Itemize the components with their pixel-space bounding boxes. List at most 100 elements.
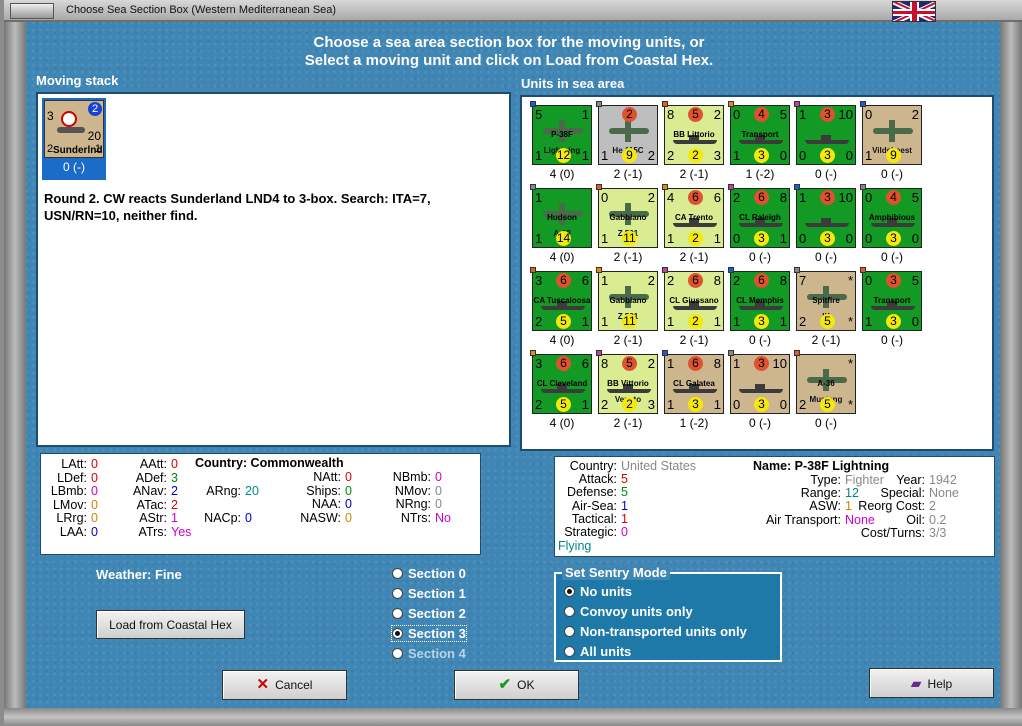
stat-value: 0 bbox=[345, 470, 352, 484]
stat-value: 3 bbox=[171, 470, 178, 485]
unit-counter[interactable]: 0 4 5 Transport 1 3 0 bbox=[730, 105, 790, 165]
unit-caption: 2 (-1) bbox=[679, 250, 709, 264]
counter-top-right: 8 bbox=[779, 273, 787, 288]
unit-counter[interactable]: 2 6 8 CL Raleigh 0 3 1 bbox=[730, 188, 790, 248]
counter-bottom-left: 2 bbox=[667, 148, 675, 163]
unit-caption: 2 (-1) bbox=[679, 333, 709, 347]
section-radio-2[interactable]: Section 2 bbox=[392, 606, 466, 621]
unit-caption: 0 (-) bbox=[815, 416, 837, 430]
counter-top-mid: 2 bbox=[622, 107, 637, 122]
section-radio-0[interactable]: Section 0 bbox=[392, 566, 466, 581]
counter-name: CL Cleveland bbox=[536, 379, 588, 388]
stat-value: 0 bbox=[245, 511, 252, 525]
unit-caption: 1 (-2) bbox=[679, 416, 709, 430]
counter-bottom-left: 2 bbox=[535, 314, 543, 329]
section-radio-label: Section 1 bbox=[408, 586, 466, 601]
counter-top-right: 2 bbox=[647, 190, 655, 205]
counter-top-mid: 6 bbox=[688, 273, 703, 288]
detail-label: Defense: bbox=[566, 485, 617, 500]
unit-counter[interactable]: 2 6 8 CL Giussano 1 2 1 bbox=[664, 271, 724, 331]
unit-counter[interactable]: 0 3 5 Transport 1 3 0 bbox=[862, 271, 922, 331]
detail-value: 1 bbox=[621, 511, 628, 526]
unit-counter[interactable]: 12GabbianoZ.501111 bbox=[598, 271, 658, 331]
section-radio-3[interactable]: Section 3 bbox=[391, 625, 467, 642]
stat-label: AStr: bbox=[139, 511, 167, 525]
unit-counter[interactable]: 3 6 6 CA Tuscaloosa 2 5 1 bbox=[532, 271, 592, 331]
counter-bottom-left: 0 bbox=[733, 397, 741, 412]
moving-unit-counter[interactable]: 3 2 20 2 Sunderlnd 1 0 (-) bbox=[42, 98, 106, 180]
counter-bottom-mid: 3 bbox=[754, 231, 769, 246]
counter-bottom-mid: 14 bbox=[556, 231, 571, 246]
sentry-option-3[interactable]: All units bbox=[564, 644, 631, 659]
help-button[interactable]: ▰ Help bbox=[869, 668, 994, 698]
counter-name: P-38F bbox=[551, 130, 573, 139]
ship-silhouette-icon bbox=[673, 135, 717, 144]
sentry-option-0[interactable]: No units bbox=[564, 584, 632, 599]
unit-counter[interactable]: 0 4 5 Amphibious 0 3 0 bbox=[862, 188, 922, 248]
system-menu-button[interactable] bbox=[10, 3, 54, 19]
plane-silhouette-icon bbox=[57, 127, 85, 133]
counter-top-left: 1 bbox=[799, 107, 807, 122]
units-in-sea-label: Units in sea area bbox=[521, 76, 625, 91]
counter-bottom-mid: 11 bbox=[622, 231, 637, 246]
unit-counter[interactable]: 1HudsonA-29114 bbox=[532, 188, 592, 248]
unit-counter[interactable]: 1 3 10 0 3 0 bbox=[730, 354, 790, 414]
counter-top-right: 10 bbox=[838, 107, 853, 122]
unit-counter[interactable]: 1 3 10 0 3 0 bbox=[796, 188, 856, 248]
unit-counter[interactable]: 1 3 10 0 3 0 bbox=[796, 105, 856, 165]
counter-top-mid: 3 bbox=[886, 273, 901, 288]
unit-counter[interactable]: 1 6 8 CL Galatea 1 3 1 bbox=[664, 354, 724, 414]
sentry-option-1[interactable]: Convoy units only bbox=[564, 604, 693, 619]
cancel-x-icon: ✕ bbox=[256, 676, 270, 693]
unit-marker-icon bbox=[596, 350, 602, 356]
unit-marker-icon bbox=[596, 101, 602, 107]
unit-counter[interactable]: 2He 115C192 bbox=[598, 105, 658, 165]
counter-top-right: 6 bbox=[713, 190, 721, 205]
unit-counter[interactable]: 51P-38FLightning1121 bbox=[532, 105, 592, 165]
unit-counter[interactable]: 02Vildebeest19 bbox=[862, 105, 922, 165]
counter-bottom-right: 1 bbox=[713, 314, 721, 329]
unit-counter[interactable]: 7*SpitfireIX25* bbox=[796, 271, 856, 331]
unit-counter[interactable]: 8 5 2 BB Littorio 2 2 3 bbox=[664, 105, 724, 165]
sentry-option-2[interactable]: Non-transported units only bbox=[564, 624, 747, 639]
stat-label: NBmb: bbox=[392, 470, 431, 484]
counter-top-left: 1 bbox=[799, 190, 807, 205]
detail-value: 3/3 bbox=[929, 525, 947, 540]
counter-name: CL Giussano bbox=[669, 296, 719, 305]
stack-stats-panel: LAtt: 0 LDef: 0 LBmb: 0 LMov: 0 LRrg: 0 LAA: 0 AAtt:… bbox=[40, 453, 481, 555]
section-radio-1[interactable]: Section 1 bbox=[392, 586, 466, 601]
stat-value: 2 bbox=[171, 497, 178, 512]
counter-name: CA Trento bbox=[675, 213, 713, 222]
stat-label: LBmb: bbox=[50, 484, 87, 498]
unit-counter[interactable]: 852BB VittorioVeneto223 bbox=[598, 354, 658, 414]
detail-label: Tactical: bbox=[571, 511, 617, 526]
stat-value: 0 bbox=[91, 457, 98, 471]
load-from-coastal-hex-button[interactable]: Load from Coastal Hex bbox=[96, 610, 245, 639]
counter-bottom-left: 1 bbox=[601, 314, 609, 329]
unit-counter[interactable]: *A-36Mustang25* bbox=[796, 354, 856, 414]
unit-counter[interactable]: 4 6 6 CA Trento 1 2 1 bbox=[664, 188, 724, 248]
unit-caption: 2 (-1) bbox=[811, 333, 841, 347]
counter-bottom-left: 1 bbox=[601, 148, 609, 163]
unit-caption: 2 (-1) bbox=[613, 250, 643, 264]
counter-bottom-mid: 3 bbox=[688, 397, 703, 412]
counter-top-right: 6 bbox=[581, 273, 589, 288]
counter-top-right: 2 bbox=[647, 273, 655, 288]
unit-counter[interactable]: 2 6 8 CL Memphis 1 3 1 bbox=[730, 271, 790, 331]
detail-label: Air Transport: bbox=[765, 512, 841, 527]
counter-top-mid: 6 bbox=[754, 190, 769, 205]
section-radio-4[interactable]: Section 4 bbox=[392, 646, 466, 661]
unit-counter[interactable]: 02GabbianoZ.501111 bbox=[598, 188, 658, 248]
ship-silhouette-icon bbox=[871, 301, 915, 310]
counter-bottom-left: 1 bbox=[535, 148, 543, 163]
stat-label: NACp: bbox=[204, 511, 241, 525]
unit-counter[interactable]: 3 6 6 CL Cleveland 2 5 1 bbox=[532, 354, 592, 414]
counter-bottom-left: 2 bbox=[799, 397, 807, 412]
unit-marker-icon bbox=[530, 184, 536, 190]
stat-value: 0 bbox=[91, 470, 98, 485]
detail-label: Year: bbox=[896, 473, 925, 487]
ok-button[interactable]: ✔ OK bbox=[454, 670, 579, 700]
cancel-button[interactable]: ✕ Cancel bbox=[222, 670, 347, 700]
ship-silhouette-icon bbox=[871, 218, 915, 227]
sentry-mode-legend: Set Sentry Mode bbox=[562, 565, 670, 580]
